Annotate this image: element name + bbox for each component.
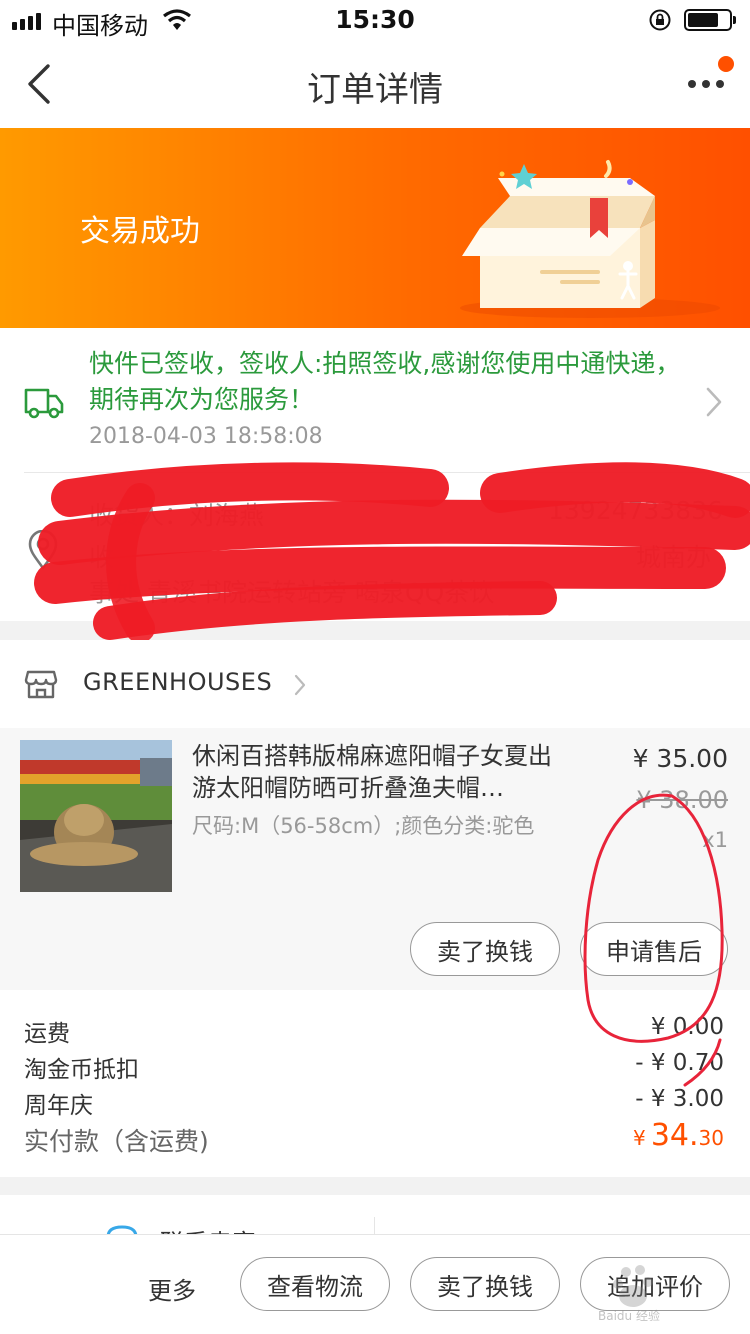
shop-icon xyxy=(24,670,58,699)
total-paid-value: ¥ 34.30 xyxy=(633,1118,724,1153)
address-line-1-end: 城南办 xyxy=(636,543,712,572)
order-status-text: 交易成功 xyxy=(80,214,200,249)
total-currency: ¥ xyxy=(633,1126,646,1150)
fee-label-shipping: 运费 xyxy=(24,1021,70,1047)
fee-value-anniversary: - ¥ 3.00 xyxy=(635,1086,724,1112)
location-pin-icon xyxy=(28,530,58,570)
logistics-time: 2018-04-03 18:58:08 xyxy=(89,424,323,449)
nav-bar: 订单详情 xyxy=(0,40,750,128)
product-thumbnail[interactable] xyxy=(20,740,172,892)
truck-icon xyxy=(24,388,64,419)
address-line-2: 事处 青溪书院运转站旁 喝泉QQ茶饮 xyxy=(89,578,495,607)
product-quantity: x1 xyxy=(702,828,728,852)
receiver-name: 收货人：刘海燕 xyxy=(89,501,265,530)
product-title[interactable]: 休闲百搭韩版棉麻遮阳帽子女夏出游太阳帽防晒可折叠渔夫帽… xyxy=(192,740,572,804)
total-paid-label: 实付款（含运费) xyxy=(24,1127,209,1156)
logistics-address-card[interactable]: 快件已签收，签收人:拍照签收,感谢您使用中通快递，期待再次为您服务！ 2018-… xyxy=(0,328,750,643)
view-logistics-button[interactable]: 查看物流 xyxy=(240,1257,390,1311)
chevron-right-icon xyxy=(706,387,722,417)
fee-value-coins: - ¥ 0.70 xyxy=(635,1050,724,1076)
bottom-action-bar: 更多 查看物流 卖了换钱 追加评价 xyxy=(0,1234,750,1334)
product-price: ¥ 35.00 xyxy=(632,744,728,773)
fee-label-anniversary: 周年庆 xyxy=(24,1093,93,1119)
chevron-right-icon xyxy=(294,674,306,696)
page-title: 订单详情 xyxy=(307,70,443,110)
address-line-1-start: 收 xyxy=(89,543,115,572)
sell-for-cash-button[interactable]: 卖了换钱 xyxy=(410,922,560,976)
battery-icon xyxy=(684,9,736,31)
open-box-illustration xyxy=(460,160,720,318)
orientation-lock-icon xyxy=(649,9,671,31)
order-item-card: GREENHOUSES 休闲百搭韩版棉麻遮阳帽子女夏出游太阳帽防晒可折叠渔夫帽…… xyxy=(0,640,750,1177)
logistics-message: 快件已签收，签收人:拍照签收,感谢您使用中通快递，期待再次为您服务！ xyxy=(89,349,681,414)
request-after-sales-button[interactable]: 申请售后 xyxy=(580,922,728,976)
status-bar: 中国移动 15:30 xyxy=(0,0,750,40)
total-amount-integer: 34. xyxy=(650,1118,699,1153)
more-menu-icon[interactable] xyxy=(684,80,728,92)
total-amount-decimal: 30 xyxy=(698,1126,724,1150)
receiver-phone: 13924733836 xyxy=(548,496,723,525)
notification-dot xyxy=(718,56,734,72)
sell-for-cash-bottom-button[interactable]: 卖了换钱 xyxy=(410,1257,560,1311)
product-spec: 尺码:M（56-58cm）;颜色分类:驼色 xyxy=(192,814,535,838)
shop-name[interactable]: GREENHOUSES xyxy=(83,668,272,696)
fee-value-shipping: ¥ 0.00 xyxy=(650,1014,724,1040)
order-status-banner: 交易成功 xyxy=(0,128,750,328)
divider xyxy=(24,472,750,473)
fee-label-coins: 淘金币抵扣 xyxy=(24,1057,139,1083)
product-original-price: ¥ 38.00 xyxy=(636,786,728,814)
add-review-button[interactable]: 追加评价 xyxy=(580,1257,730,1311)
more-actions-link[interactable]: 更多 xyxy=(148,1271,196,1306)
clock: 15:30 xyxy=(335,5,415,34)
